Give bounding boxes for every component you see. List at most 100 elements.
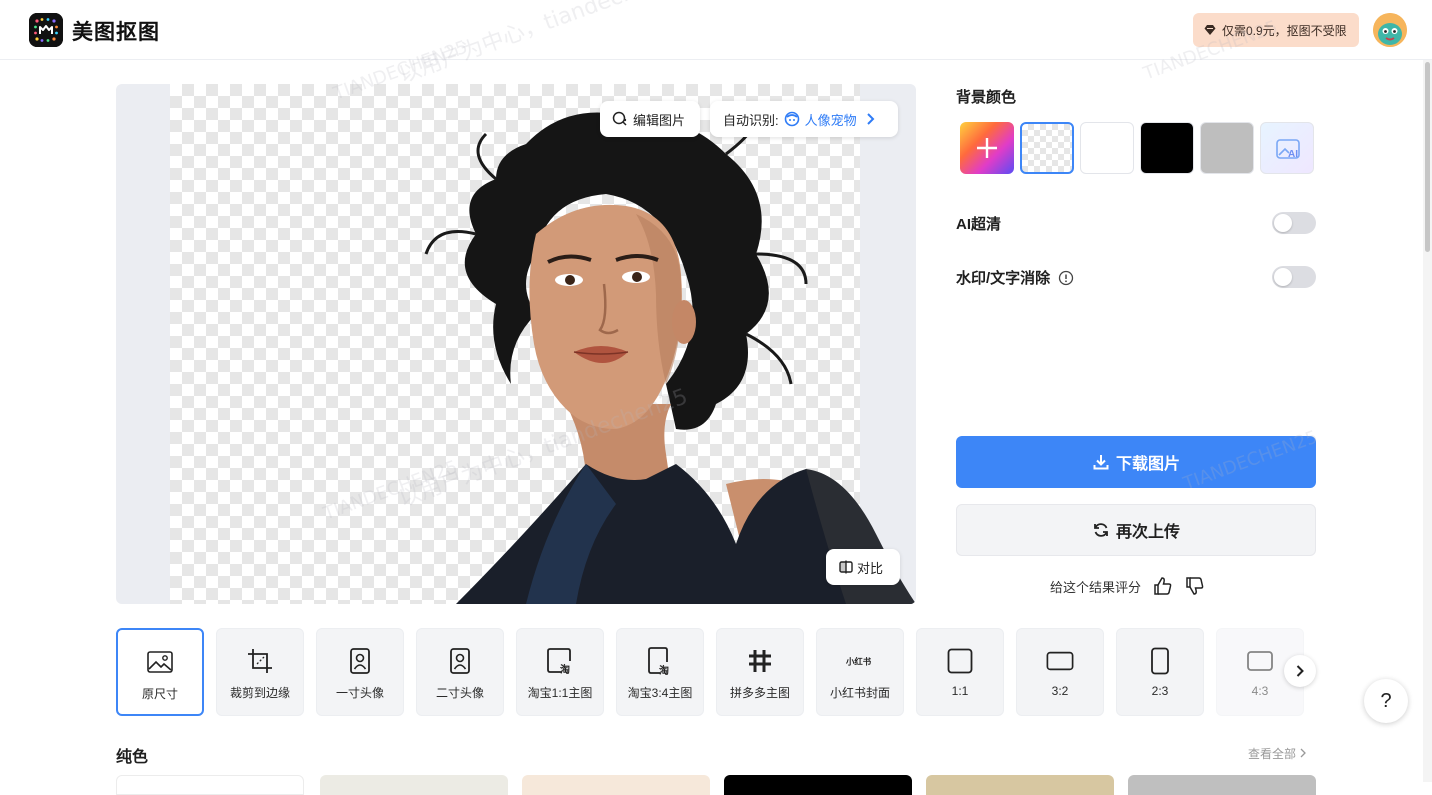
- edit-image-button[interactable]: 编辑图片: [600, 101, 700, 137]
- rating-label: 给这个结果评分: [1050, 579, 1142, 595]
- pinduoduo-icon: [746, 647, 774, 675]
- size-label: 小红书封面: [829, 686, 890, 700]
- preset-black[interactable]: [724, 775, 912, 795]
- white-swatch[interactable]: [1080, 122, 1134, 174]
- size-label: 裁剪到边缘: [229, 686, 290, 700]
- edit-image-label: 编辑图片: [633, 112, 686, 128]
- size-crop-to-edge[interactable]: 裁剪到边缘: [216, 628, 304, 716]
- rating-row: 给这个结果评分: [1050, 576, 1205, 596]
- page-scrollbar[interactable]: [1423, 60, 1432, 782]
- thumbs-down-icon[interactable]: [1185, 576, 1205, 596]
- preset-gray[interactable]: [1128, 775, 1316, 795]
- chevron-right-icon: [866, 113, 875, 125]
- help-icon: ?: [1380, 689, 1392, 712]
- thumbs-up-icon[interactable]: [1153, 576, 1173, 596]
- size-xiaohongshu[interactable]: 小红书 小红书封面: [816, 628, 904, 716]
- size-label: 淘宝1:1主图: [527, 686, 593, 700]
- auto-detect-label: 自动识别:: [723, 112, 779, 128]
- size-label: 原尺寸: [141, 687, 178, 701]
- size-two-inch[interactable]: 二寸头像: [416, 628, 504, 716]
- user-avatar[interactable]: [1373, 13, 1407, 47]
- chevron-right-icon: [1296, 665, 1304, 677]
- id-photo-icon: [346, 647, 374, 675]
- size-original[interactable]: 原尺寸: [116, 628, 204, 716]
- size-taobao-3-4[interactable]: 淘 淘宝3:4主图: [616, 628, 704, 716]
- promo-banner[interactable]: 仅需0.9元，抠图不受限: [1193, 13, 1359, 47]
- size-label: 4:3: [1251, 684, 1269, 698]
- size-label: 3:2: [1051, 684, 1069, 698]
- diamond-icon: [1204, 25, 1216, 35]
- ai-sharpen-label: AI超清: [956, 216, 1002, 233]
- custom-color-swatch[interactable]: [960, 122, 1014, 174]
- size-ratio-3-2[interactable]: 3:2: [1016, 628, 1104, 716]
- download-label: 下载图片: [1115, 456, 1180, 473]
- svg-text:淘: 淘: [560, 663, 570, 674]
- ai-sharpen-toggle[interactable]: [1272, 212, 1316, 234]
- chevron-right-icon: [1300, 748, 1307, 758]
- crop-icon: [246, 647, 274, 675]
- help-button[interactable]: ?: [1364, 679, 1408, 723]
- ratio-landscape-icon: [1046, 647, 1074, 675]
- ai-image-icon: AI: [1276, 139, 1300, 160]
- solid-color-section-title: 纯色: [116, 749, 149, 766]
- preset-beige[interactable]: [320, 775, 508, 795]
- preset-sand[interactable]: [926, 775, 1114, 795]
- size-label: 二寸头像: [435, 686, 484, 700]
- auto-detect-selector[interactable]: 自动识别: 人像宠物: [710, 101, 898, 137]
- taobao-icon: 淘: [546, 647, 574, 675]
- size-one-inch[interactable]: 一寸头像: [316, 628, 404, 716]
- view-all-label: 查看全部: [1248, 747, 1297, 761]
- detect-face-icon: [784, 111, 799, 127]
- info-icon[interactable]: [1058, 270, 1074, 286]
- size-label: 一寸头像: [335, 686, 384, 700]
- xiaohongshu-icon: 小红书: [846, 647, 874, 675]
- size-label: 淘宝3:4主图: [627, 686, 693, 700]
- cutout-portrait-image: [424, 103, 916, 604]
- promo-text: 仅需0.9元，抠图不受限: [1222, 23, 1347, 38]
- size-label: 2:3: [1151, 684, 1169, 698]
- app-logo-icon[interactable]: [29, 13, 63, 47]
- download-button[interactable]: 下载图片: [956, 436, 1316, 488]
- svg-text:小红书: 小红书: [846, 657, 872, 667]
- size-taobao-1-1[interactable]: 淘 淘宝1:1主图: [516, 628, 604, 716]
- watermark-remove-label: 水印/文字消除: [956, 270, 1051, 287]
- ratio-portrait-icon: [1146, 647, 1174, 675]
- refresh-icon: [1094, 523, 1108, 537]
- view-all-link[interactable]: 查看全部: [1248, 745, 1307, 762]
- watermark-remove-row: 水印/文字消除: [956, 267, 1074, 288]
- compare-button[interactable]: 对比: [826, 549, 900, 585]
- gray-swatch[interactable]: [1200, 122, 1254, 174]
- bg-color-title: 背景颜色: [956, 89, 1017, 106]
- app-title: 美图抠图: [72, 21, 160, 44]
- ratio-square-icon: [946, 647, 974, 675]
- svg-text:AI: AI: [1288, 149, 1298, 160]
- watermark-remove-toggle[interactable]: [1272, 266, 1316, 288]
- svg-text:淘: 淘: [659, 664, 669, 675]
- reupload-button[interactable]: 再次上传: [956, 504, 1316, 556]
- black-swatch[interactable]: [1140, 122, 1194, 174]
- size-ratio-2-3[interactable]: 2:3: [1116, 628, 1204, 716]
- download-icon: [1093, 455, 1109, 470]
- id-photo-icon: [446, 647, 474, 675]
- preset-peach[interactable]: [522, 775, 710, 795]
- reupload-label: 再次上传: [1115, 524, 1180, 541]
- top-header: 美图抠图 仅需0.9元，抠图不受限: [0, 0, 1432, 60]
- scrollbar-thumb[interactable]: [1425, 62, 1430, 252]
- ai-background-swatch[interactable]: AI: [1260, 122, 1314, 174]
- auto-detect-value: 人像宠物: [804, 112, 857, 128]
- plus-icon: [977, 138, 997, 158]
- taobao-icon: 淘: [646, 647, 674, 675]
- edit-icon: [612, 111, 627, 126]
- image-canvas: 编辑图片 自动识别: 人像宠物 对比: [116, 84, 916, 604]
- compare-label: 对比: [857, 560, 884, 576]
- size-pinduoduo[interactable]: 拼多多主图: [716, 628, 804, 716]
- size-label: 拼多多主图: [729, 686, 790, 700]
- size-label: 1:1: [951, 684, 969, 698]
- image-icon: [146, 648, 174, 676]
- carousel-next-button[interactable]: [1284, 655, 1316, 687]
- compare-icon: [839, 560, 853, 574]
- preset-white[interactable]: [116, 775, 304, 795]
- transparent-swatch[interactable]: [1020, 122, 1074, 174]
- size-ratio-1-1[interactable]: 1:1: [916, 628, 1004, 716]
- ratio-landscape-icon: [1246, 647, 1274, 675]
